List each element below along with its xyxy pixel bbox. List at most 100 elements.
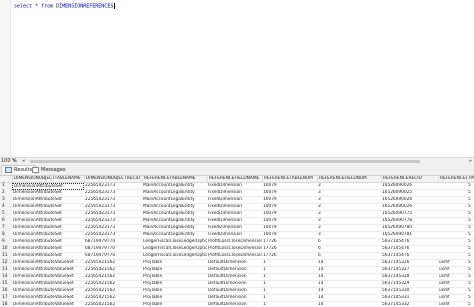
row-number[interactable]: 4 bbox=[0, 204, 12, 211]
table-cell[interactable]: 3 bbox=[317, 225, 381, 232]
horizontal-scrollbar-thumb[interactable] bbox=[30, 160, 420, 163]
query-editor[interactable]: select * from DIMENSIONREFERENCES bbox=[0, 0, 474, 157]
row-number[interactable]: 10 bbox=[0, 246, 12, 253]
table-cell[interactable] bbox=[438, 197, 467, 204]
table-cell[interactable] bbox=[438, 211, 467, 218]
table-cell[interactable]: DimensionAttributeValueSet bbox=[12, 288, 84, 295]
table-cell[interactable]: 3 bbox=[317, 190, 381, 197]
table-row[interactable]: 15 DimensionAttributeValueSet 22565421562 P… bbox=[0, 281, 474, 288]
table-cell[interactable]: 5637145476 bbox=[381, 253, 438, 260]
table-cell[interactable]: 6 bbox=[317, 253, 381, 260]
table-cell[interactable]: DefaultDimension bbox=[207, 302, 262, 307]
column-header[interactable]: PA bbox=[467, 176, 474, 182]
table-cell[interactable]: DefaultDimension bbox=[207, 267, 262, 274]
column-header[interactable]: REFERENCEFIELDNAME bbox=[207, 176, 262, 182]
table-cell[interactable]: DimensionAttributeSet bbox=[12, 204, 84, 211]
table-cell[interactable]: 5 bbox=[467, 295, 474, 302]
table-cell[interactable]: 22565421562 bbox=[84, 281, 142, 288]
table-cell[interactable]: 16526090026 bbox=[381, 183, 438, 190]
table-row[interactable]: 11 DimensionAttributeSet 68719479770 Ledger… bbox=[0, 253, 474, 260]
table-cell[interactable]: MainAccountLegalEntity bbox=[142, 211, 207, 218]
table-row[interactable]: 12 DimensionAttributeValueSet 22565421562 P… bbox=[0, 260, 474, 267]
table-cell[interactable]: FixedDimension bbox=[207, 190, 262, 197]
table-cell[interactable]: 1 bbox=[262, 274, 317, 281]
table-cell[interactable]: 1 bbox=[262, 281, 317, 288]
table-cell[interactable]: usmf bbox=[438, 260, 467, 267]
table-cell[interactable]: 5 bbox=[467, 225, 474, 232]
table-cell[interactable] bbox=[438, 190, 467, 197]
table-cell[interactable]: 16526090781 bbox=[381, 232, 438, 239]
row-number[interactable]: 6 bbox=[0, 218, 12, 225]
table-cell[interactable]: 22565421562 bbox=[84, 260, 142, 267]
table-cell[interactable]: 14 bbox=[317, 260, 381, 267]
table-cell[interactable]: 10079 bbox=[262, 197, 317, 204]
query-text[interactable]: select * from DIMENSIONREFERENCES bbox=[14, 3, 116, 11]
table-cell[interactable]: FixedDimension bbox=[207, 232, 262, 239]
table-cell[interactable]: 22565421562 bbox=[84, 274, 142, 281]
table-cell[interactable] bbox=[438, 239, 467, 246]
row-number[interactable]: 18 bbox=[0, 302, 12, 307]
column-header[interactable]: REFERENCETABLENUM bbox=[262, 176, 317, 182]
table-cell[interactable]: 6 bbox=[317, 246, 381, 253]
table-cell[interactable]: 17726 bbox=[262, 246, 317, 253]
table-cell[interactable]: 3 bbox=[317, 232, 381, 239]
table-cell[interactable]: usmf bbox=[438, 281, 467, 288]
table-row[interactable]: 13 DimensionAttributeValueSet 22565421562 P… bbox=[0, 267, 474, 274]
table-cell[interactable]: 16526090778 bbox=[381, 218, 438, 225]
table-cell[interactable]: 5637145476 bbox=[381, 246, 438, 253]
row-number[interactable]: 5 bbox=[0, 211, 12, 218]
table-cell[interactable] bbox=[438, 218, 467, 225]
table-cell[interactable]: DimensionAttributeSet bbox=[12, 218, 84, 225]
table-cell[interactable]: DefaultDimension bbox=[207, 281, 262, 288]
table-cell[interactable]: 1 bbox=[262, 260, 317, 267]
table-cell[interactable]: 16526090775 bbox=[381, 211, 438, 218]
table-cell[interactable]: 16526090780 bbox=[381, 225, 438, 232]
table-cell[interactable]: 22565421562 bbox=[84, 288, 142, 295]
table-cell[interactable]: 5 bbox=[467, 190, 474, 197]
table-cell[interactable]: 10079 bbox=[262, 183, 317, 190]
column-header[interactable]: REFERENCERECID bbox=[381, 176, 438, 182]
table-cell[interactable]: 5637145476 bbox=[381, 239, 438, 246]
table-cell[interactable]: 22565421562 bbox=[84, 295, 142, 302]
table-cell[interactable]: 5637145332 bbox=[381, 302, 438, 307]
table-cell[interactable]: 5637145328 bbox=[381, 274, 438, 281]
table-cell[interactable]: LedgerFiscalCloseLedgerOptions bbox=[142, 239, 207, 246]
table-cell[interactable]: ProfitLossCloseDimension bbox=[207, 239, 262, 246]
row-number[interactable]: 11 bbox=[0, 253, 12, 260]
scroll-right-icon[interactable]: ▸ bbox=[469, 158, 472, 165]
table-cell[interactable]: 5637145331 bbox=[381, 295, 438, 302]
table-cell[interactable]: FixedDimension bbox=[207, 204, 262, 211]
table-cell[interactable]: 1 bbox=[262, 267, 317, 274]
table-cell[interactable]: ProjTable bbox=[142, 295, 207, 302]
table-cell[interactable]: 5 bbox=[467, 211, 474, 218]
table-cell[interactable]: 1 bbox=[262, 295, 317, 302]
table-row[interactable]: 8 DimensionAttributeSet 22565423173 MainAcc… bbox=[0, 232, 474, 239]
table-cell[interactable]: 22565423173 bbox=[84, 211, 142, 218]
table-cell[interactable]: MainAccountLegalEntity bbox=[142, 197, 207, 204]
table-cell[interactable]: MainAccountLegalEntity bbox=[142, 190, 207, 197]
table-cell[interactable]: 5 bbox=[467, 197, 474, 204]
table-cell[interactable]: 5637145330 bbox=[381, 288, 438, 295]
table-cell[interactable]: 14 bbox=[317, 281, 381, 288]
table-row[interactable]: 9 DimensionAttributeSet 68719479770 LedgerF… bbox=[0, 239, 474, 246]
row-number[interactable]: 8 bbox=[0, 232, 12, 239]
table-cell[interactable]: FixedDimension bbox=[207, 211, 262, 218]
table-cell[interactable]: MainAccountLegalEntity bbox=[142, 204, 207, 211]
table-cell[interactable]: 3 bbox=[317, 211, 381, 218]
table-cell[interactable]: 22565423173 bbox=[84, 204, 142, 211]
table-row[interactable]: 14 DimensionAttributeValueSet 22565421562 P… bbox=[0, 274, 474, 281]
table-cell[interactable]: MainAccountLegalEntity bbox=[142, 218, 207, 225]
table-row[interactable]: 7 DimensionAttributeSet 22565423173 MainAcc… bbox=[0, 225, 474, 232]
table-cell[interactable]: 10079 bbox=[262, 232, 317, 239]
table-cell[interactable]: 16526090026 bbox=[381, 204, 438, 211]
table-cell[interactable]: DimensionAttributeSet bbox=[12, 253, 84, 260]
row-number[interactable]: 14 bbox=[0, 274, 12, 281]
table-cell[interactable]: 16526090025 bbox=[381, 190, 438, 197]
table-cell[interactable]: FixedDimension bbox=[207, 218, 262, 225]
table-cell[interactable]: DimensionAttributeValueSet bbox=[12, 274, 84, 281]
row-number[interactable]: 17 bbox=[0, 295, 12, 302]
row-number[interactable]: 1 bbox=[0, 183, 12, 190]
table-row[interactable]: 2 DimensionAttributeSet 22565423173 MainAcc… bbox=[0, 190, 474, 197]
table-cell[interactable]: 10079 bbox=[262, 225, 317, 232]
table-cell[interactable]: MainAccountLegalEntity bbox=[142, 183, 207, 190]
